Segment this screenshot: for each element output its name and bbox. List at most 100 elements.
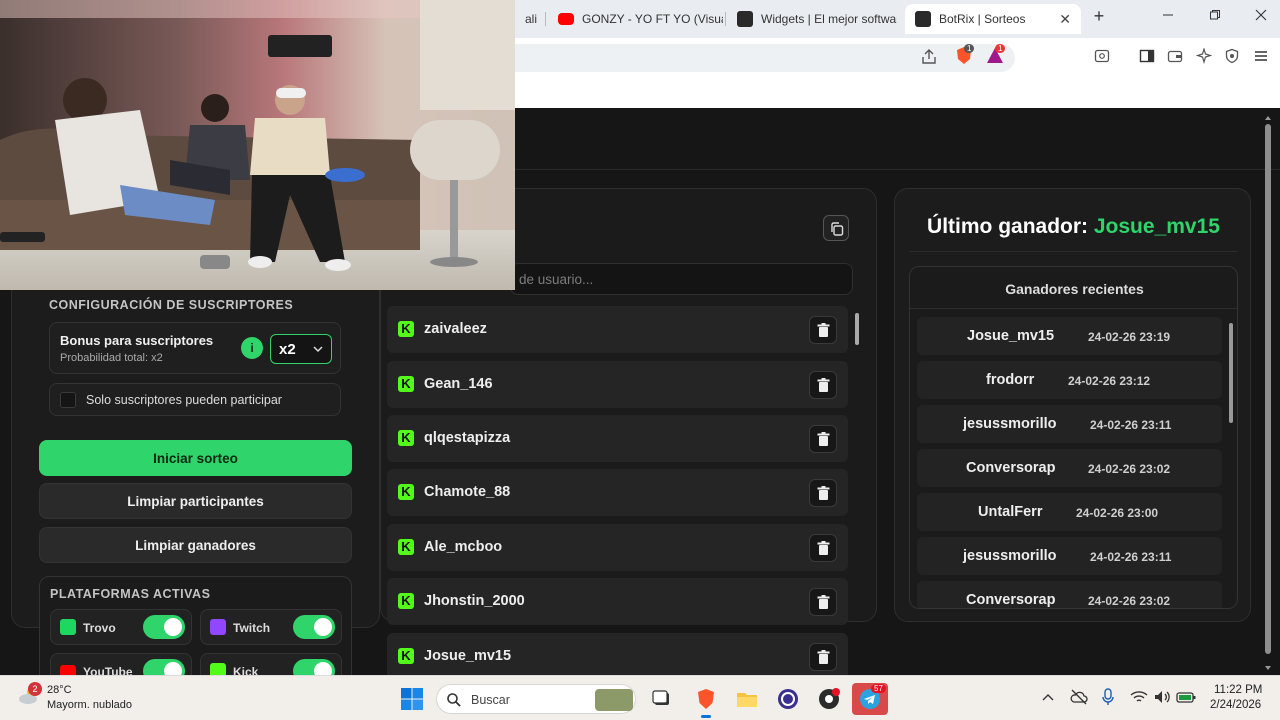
participant-name: Jhonstin_2000: [424, 593, 525, 609]
trash-icon: [817, 486, 830, 500]
search-icon: [447, 693, 461, 707]
winner-name: jesussmorillo: [963, 416, 1057, 432]
participant-row: K Ale_mcboo: [387, 524, 848, 571]
participant-name: Gean_146: [424, 376, 493, 392]
restore-icon[interactable]: [1205, 8, 1225, 24]
delete-participant-button[interactable]: [809, 588, 837, 616]
minimize-icon[interactable]: [1158, 8, 1178, 24]
participant-name: qlqestapizza: [424, 430, 511, 446]
telegram-taskbar-button[interactable]: 57: [852, 683, 888, 715]
info-icon[interactable]: i: [241, 337, 263, 359]
tab-youtube[interactable]: GONZY - YO FT YO (Visuali: [548, 4, 723, 34]
app-icon: [819, 688, 840, 709]
close-tab-icon[interactable]: ✕: [1059, 11, 1071, 28]
close-window-icon[interactable]: [1251, 8, 1271, 24]
bonus-select-value: x2: [279, 341, 296, 358]
platforms-title: PLATAFORMAS ACTIVAS: [50, 587, 211, 601]
start-raffle-button[interactable]: Iniciar sorteo: [39, 440, 352, 476]
weather-temp: 28°C: [47, 684, 72, 696]
trovo-toggle[interactable]: [143, 615, 185, 639]
winner-date: 24-02-26 23:02: [1088, 594, 1171, 608]
participant-list-scrollbar[interactable]: [854, 309, 860, 669]
delete-participant-button[interactable]: [809, 316, 837, 344]
clock-time[interactable]: 11:22 PM: [1214, 684, 1262, 696]
participant-name: Chamote_88: [424, 484, 511, 500]
recent-winners-card: Ganadores recientes Josue_mv15 24-02-26 2…: [909, 266, 1238, 609]
scroll-down-icon[interactable]: [1264, 664, 1272, 672]
twitch-toggle[interactable]: [293, 615, 335, 639]
obs-taskbar-button[interactable]: [774, 685, 802, 713]
subscribers-config-title: CONFIGURACIÓN DE SUSCRIPTORES: [49, 298, 294, 312]
tab-label: GONZY - YO FT YO (Visuali: [582, 12, 723, 26]
vpn-shield-icon[interactable]: [1224, 48, 1240, 69]
battery-icon[interactable]: [1176, 690, 1196, 704]
brave-taskbar-button[interactable]: [692, 685, 720, 718]
taskbar-search[interactable]: Buscar: [436, 684, 636, 714]
volume-icon[interactable]: [1153, 689, 1171, 705]
cloud-offline-icon[interactable]: [1070, 689, 1088, 705]
brave-icon: [698, 689, 714, 709]
page-scrollbar-thumb[interactable]: [1265, 124, 1271, 654]
brave-shields-icon[interactable]: 1: [954, 44, 975, 71]
subscribers-only-card[interactable]: Solo suscriptores pueden participar: [49, 383, 341, 416]
clear-winners-button[interactable]: Limpiar ganadores: [39, 527, 352, 563]
recent-winners-scrollbar-thumb[interactable]: [1229, 323, 1233, 423]
last-winner-label: Último ganador:: [927, 215, 1089, 238]
winner-date: 24-02-26 23:19: [1088, 330, 1171, 344]
microphone-icon[interactable]: [1101, 688, 1115, 706]
delete-participant-button[interactable]: [809, 534, 837, 562]
leo-ai-icon[interactable]: [1195, 46, 1213, 69]
reader-mode-icon[interactable]: [1094, 48, 1110, 69]
chevron-up-icon[interactable]: [1042, 692, 1054, 702]
kick-icon: K: [398, 648, 414, 664]
winner-name: Conversorap: [966, 460, 1056, 476]
search-placeholder: de usuario...: [519, 272, 594, 287]
recent-winners-scrollbar[interactable]: [1228, 319, 1234, 608]
platforms-card: PLATAFORMAS ACTIVAS Trovo Twitch YouTube…: [39, 576, 352, 689]
trash-icon: [817, 650, 830, 664]
clock-date[interactable]: 2/24/2026: [1210, 699, 1261, 711]
webcam-overlay: [0, 0, 515, 290]
windows-logo-icon: [401, 688, 423, 710]
participant-list-scrollbar-thumb[interactable]: [855, 313, 859, 345]
delete-participant-button[interactable]: [809, 479, 837, 507]
brave-rewards-icon[interactable]: 1: [985, 44, 1006, 71]
winner-row: Conversorap 24-02-26 23:02: [917, 449, 1222, 487]
menu-icon[interactable]: [1253, 48, 1269, 69]
subscribers-only-checkbox[interactable]: [60, 392, 76, 408]
delete-participant-button[interactable]: [809, 425, 837, 453]
kick-icon: K: [398, 539, 414, 555]
sidebar-icon[interactable]: [1139, 48, 1155, 69]
page-scrollbar[interactable]: [1264, 124, 1272, 672]
clear-participants-button[interactable]: Limpiar participantes: [39, 483, 352, 519]
new-tab-button[interactable]: +: [1089, 6, 1109, 27]
participant-name: Josue_mv15: [424, 648, 512, 664]
trash-icon: [817, 595, 830, 609]
scroll-up-icon[interactable]: [1264, 114, 1272, 122]
app-taskbar-button[interactable]: [815, 685, 843, 713]
platform-label: Trovo: [83, 621, 116, 635]
task-view-button[interactable]: [648, 685, 676, 713]
search-highlight-image: [595, 689, 633, 711]
trash-icon: [817, 541, 830, 555]
youtube-icon: [558, 13, 574, 25]
file-explorer-button[interactable]: [733, 685, 761, 713]
weather-widget[interactable]: 2: [18, 682, 42, 706]
winner-row: UntalFerr 24-02-26 23:00: [917, 493, 1222, 531]
weather-badge: 2: [28, 682, 42, 696]
tab-partial[interactable]: ali: [515, 4, 547, 34]
delete-participant-button[interactable]: [809, 643, 837, 671]
wallet-icon[interactable]: [1167, 48, 1183, 69]
winner-date: 24-02-26 23:00: [1076, 506, 1159, 520]
tab-widgets[interactable]: Widgets | El mejor software: [727, 4, 897, 34]
winner-name: jesussmorillo: [963, 548, 1057, 564]
copy-button[interactable]: [823, 215, 849, 241]
share-icon[interactable]: [920, 48, 938, 71]
wifi-icon[interactable]: [1130, 689, 1148, 705]
participant-search-input[interactable]: de usuario...: [510, 263, 853, 295]
bonus-select[interactable]: x2: [270, 334, 332, 364]
delete-participant-button[interactable]: [809, 371, 837, 399]
windows-start-button[interactable]: [398, 685, 426, 713]
tab-botrix-sorteos[interactable]: BotRix | Sorteos ✕: [905, 4, 1081, 34]
participant-row: K Gean_146: [387, 361, 848, 408]
